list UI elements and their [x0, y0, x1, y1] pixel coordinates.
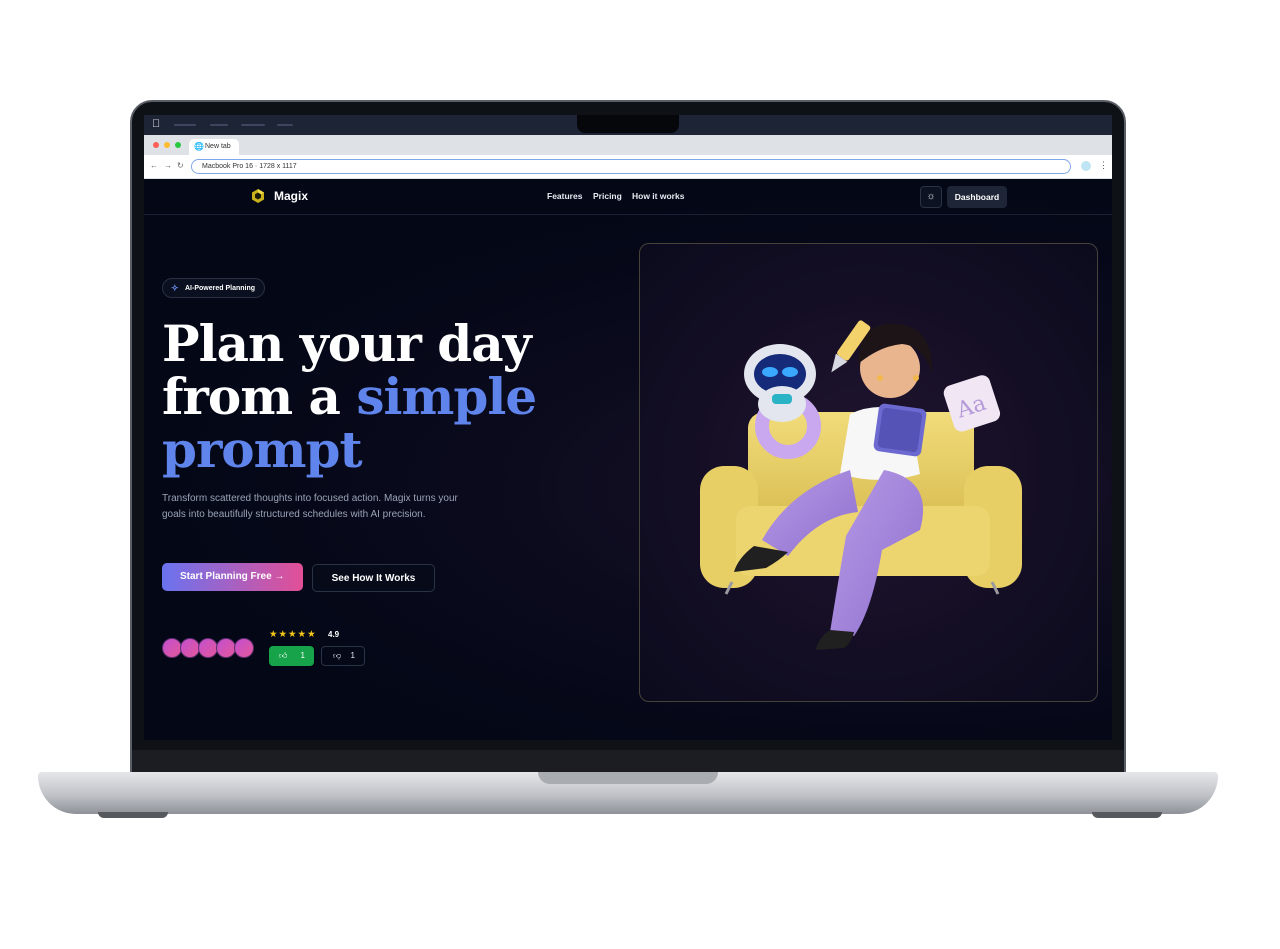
- laptop-chin: [132, 750, 1124, 774]
- headline-line2: from a: [162, 367, 357, 426]
- globe-icon: 🌐: [194, 142, 204, 151]
- thumbs-up-icon: 👍︎: [279, 651, 288, 660]
- browser-tabbar: 🌐 New tab: [144, 135, 1112, 155]
- browser-tab[interactable]: 🌐 New tab: [189, 139, 239, 155]
- brand-name[interactable]: Magix: [274, 189, 308, 203]
- menu-item[interactable]: [174, 124, 196, 126]
- macos-menubar: : [144, 115, 1112, 135]
- nav-link-features[interactable]: Features: [547, 191, 582, 201]
- headline-accent-prompt: prompt: [162, 420, 363, 479]
- headline-line1: Plan your day: [162, 314, 532, 373]
- tab-title: New tab: [205, 143, 231, 150]
- website: Magix Features Pricing How it works ☼ Da…: [144, 179, 1112, 740]
- laptop-thumb-notch: [538, 772, 718, 784]
- site-navbar: Magix Features Pricing How it works ☼ Da…: [144, 179, 1112, 215]
- laptop-foot-left: [98, 812, 168, 818]
- theme-toggle-button[interactable]: ☼: [920, 186, 942, 208]
- badge-label: AI-Powered Planning: [185, 285, 256, 292]
- nav-link-how-it-works[interactable]: How it works: [632, 191, 684, 201]
- back-icon[interactable]: ←: [150, 161, 158, 170]
- star-rating-icons: ★★★★★: [269, 629, 317, 640]
- apple-icon[interactable]: : [152, 118, 160, 130]
- browser-toolbar: ← → ↻ Macbook Pro 16 · 1728 x 1117 ⋮: [144, 155, 1112, 179]
- sun-icon: ☼: [926, 191, 936, 202]
- hero-illustration-card: Aa: [639, 243, 1098, 702]
- stage:  🌐 New tab ← → ↻ Macbook Pro 16 · 1728 …: [0, 0, 1280, 949]
- avatar-stack: [162, 638, 262, 660]
- menu-item[interactable]: [210, 124, 228, 126]
- sparkle-icon: ✧: [171, 283, 179, 293]
- dislike-count: 1: [350, 651, 355, 660]
- menu-item[interactable]: [241, 124, 265, 126]
- hero-subtitle: Transform scattered thoughts into focuse…: [162, 493, 458, 520]
- address-bar[interactable]: Macbook Pro 16 · 1728 x 1117: [191, 159, 1071, 174]
- like-button[interactable]: 👍︎ 1: [269, 646, 314, 666]
- extension-icon[interactable]: [1081, 161, 1091, 171]
- thumbs-down-icon: 👎︎: [333, 651, 342, 660]
- like-count: 1: [300, 651, 305, 660]
- laptop-foot-right: [1092, 812, 1162, 818]
- camera-notch: [577, 115, 679, 133]
- avatar: [180, 638, 200, 658]
- laptop-screen:  🌐 New tab ← → ↻ Macbook Pro 16 · 1728 …: [144, 115, 1112, 740]
- more-menu-icon[interactable]: ⋮: [1099, 160, 1108, 171]
- headline-accent-simple: simple: [356, 367, 537, 426]
- avatar: [216, 638, 236, 658]
- magix-logo-icon[interactable]: [250, 188, 266, 204]
- rating-value: 4.9: [328, 630, 340, 639]
- dashboard-button[interactable]: Dashboard: [947, 186, 1007, 208]
- hero-illustration: Aa: [700, 320, 1022, 650]
- forward-icon[interactable]: →: [164, 161, 172, 170]
- nav-link-pricing[interactable]: Pricing: [593, 191, 622, 201]
- minimize-window-button[interactable]: [164, 142, 170, 148]
- reload-icon[interactable]: ↻: [177, 161, 184, 170]
- start-planning-button[interactable]: Start Planning Free →: [162, 563, 303, 591]
- avatar: [198, 638, 218, 658]
- menu-item[interactable]: [277, 124, 293, 126]
- hero-headline: Plan your day from a simple prompt: [162, 317, 582, 476]
- close-window-button[interactable]: [153, 142, 159, 148]
- avatar: [162, 638, 182, 658]
- ai-badge: ✧ AI-Powered Planning: [162, 278, 266, 298]
- zoom-window-button[interactable]: [175, 142, 181, 148]
- see-how-it-works-button[interactable]: See How It Works: [312, 564, 435, 592]
- dislike-button[interactable]: 👎︎ 1: [321, 646, 365, 666]
- avatar: [234, 638, 254, 658]
